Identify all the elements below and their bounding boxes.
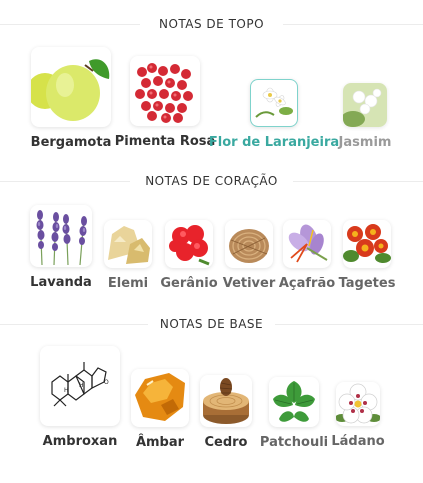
note-tagetes[interactable]: Tagetes — [339, 220, 395, 291]
note-label: Tagetes — [338, 276, 396, 291]
svg-text:O: O — [104, 379, 109, 386]
patchouli-image — [269, 377, 319, 427]
divider — [0, 324, 148, 325]
note-label: Gerânio — [160, 276, 218, 291]
note-label: Jasmim — [338, 135, 392, 150]
note-label: Pimenta Rosa — [114, 134, 216, 149]
divider — [0, 24, 140, 25]
note-label: Lavanda — [30, 275, 92, 290]
bergamot-image — [31, 47, 111, 127]
note-acafrao[interactable]: Açafrão — [278, 220, 336, 291]
tagetes-image — [343, 220, 391, 268]
svg-text:H: H — [79, 382, 84, 389]
geranium-image — [165, 220, 213, 268]
section-header-base-notes: NOTAS DE BASE — [0, 314, 423, 334]
saffron-image — [283, 220, 331, 268]
vetiver-image — [225, 220, 273, 268]
note-label: Ládano — [331, 434, 385, 449]
perfume-notes-panel: NOTAS DE TOPO Bergamota Pimenta Rosa Flo… — [0, 0, 423, 483]
divider — [275, 324, 423, 325]
note-patchouli[interactable]: Patchouli — [259, 377, 329, 450]
ambroxan-molecule-image: O H H — [40, 346, 120, 426]
section-title: NOTAS DE TOPO — [148, 17, 275, 31]
section-header-top-notes: NOTAS DE TOPO — [0, 14, 423, 34]
note-label: Patchouli — [259, 435, 329, 450]
section-title: NOTAS DE CORAÇÃO — [135, 174, 288, 188]
orange-blossom-image — [250, 79, 298, 127]
note-elemi[interactable]: Elemi — [103, 220, 153, 291]
section-title: NOTAS DE BASE — [149, 317, 274, 331]
note-vetiver[interactable]: Vetiver — [222, 220, 276, 291]
note-bergamota[interactable]: Bergamota — [30, 47, 112, 150]
divider — [283, 24, 423, 25]
note-pimenta-rosa[interactable]: Pimenta Rosa — [115, 56, 215, 149]
note-label: Cedro — [204, 435, 248, 450]
note-label: Elemi — [107, 276, 149, 291]
svg-text:H: H — [64, 387, 69, 394]
lavender-image — [30, 205, 92, 267]
note-flor-de-laranjeira[interactable]: Flor de Laranjeira — [209, 79, 339, 150]
note-ambroxan[interactable]: O H H Ambroxan — [40, 346, 120, 449]
note-ladano[interactable]: Ládano — [331, 382, 385, 449]
note-label: Vetiver — [222, 276, 276, 291]
note-ambar[interactable]: Âmbar — [130, 369, 190, 450]
labdanum-image — [336, 382, 380, 426]
elemi-resin-image — [104, 220, 152, 268]
note-label: Açafrão — [278, 276, 336, 291]
note-label: Bergamota — [30, 135, 112, 150]
divider — [0, 181, 130, 182]
pink-pepper-image — [130, 56, 200, 126]
note-lavanda[interactable]: Lavanda — [30, 205, 92, 290]
note-label: Flor de Laranjeira — [208, 135, 340, 150]
note-label: Âmbar — [135, 435, 185, 450]
note-geranio[interactable]: Gerânio — [160, 220, 218, 291]
jasmine-image — [343, 83, 387, 127]
note-cedro[interactable]: Cedro — [200, 375, 252, 450]
cedar-image — [200, 375, 252, 427]
note-label: Ambroxan — [42, 434, 118, 449]
amber-image — [131, 369, 189, 427]
section-header-heart-notes: NOTAS DE CORAÇÃO — [0, 171, 423, 191]
divider — [293, 181, 423, 182]
note-jasmim[interactable]: Jasmim — [338, 83, 392, 150]
